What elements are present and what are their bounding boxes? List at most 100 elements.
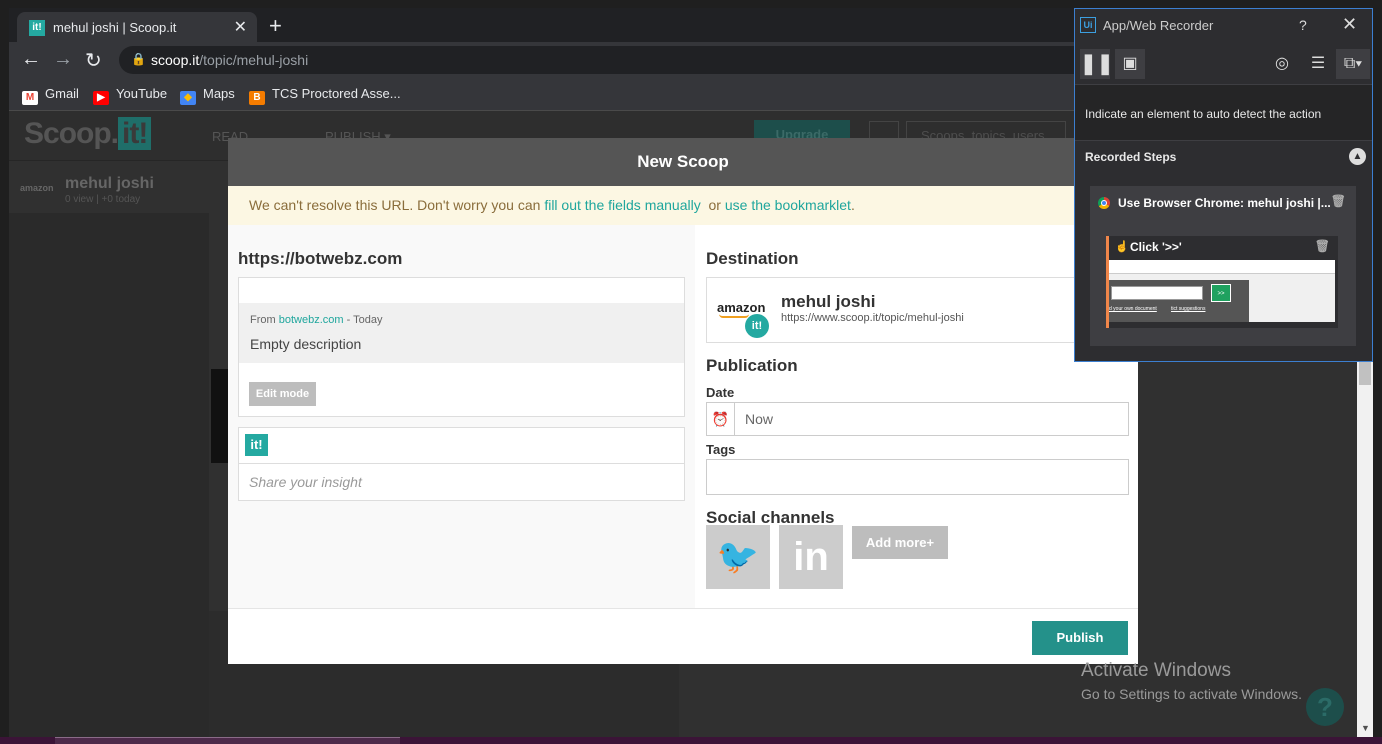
browser-tab[interactable]: it! mehul joshi | Scoop.it ✕: [17, 12, 257, 42]
scoopit-logo[interactable]: Scoop. it!: [24, 117, 152, 151]
step-screenshot-thumbnail: >> d your own document tict suggestions: [1109, 260, 1335, 322]
source-url: https://botwebz.com: [238, 249, 403, 268]
target-icon[interactable]: ◎: [1267, 49, 1297, 79]
chrome-icon: [1098, 197, 1110, 209]
destination-url: https://www.scoop.it/topic/mehul-joshi: [781, 312, 964, 324]
destination-column: Destination amazon it! mehul joshi https…: [695, 225, 1138, 608]
date-value: Now: [745, 411, 774, 427]
step-card[interactable]: Use Browser Chrome: mehul joshi |... 🗑 ☝…: [1090, 186, 1356, 346]
source-description: Empty description: [250, 336, 362, 352]
recorder-titlebar: Ui App/Web Recorder ? ✕: [1075, 9, 1372, 43]
substep-header: ☝ Click '>>' 🗑: [1109, 236, 1338, 258]
watermark-line2: Go to Settings to activate Windows.: [1081, 686, 1302, 702]
thumb-bar: [1109, 260, 1335, 274]
tab-close-icon[interactable]: ✕: [234, 17, 247, 37]
left-panel: [9, 213, 209, 737]
amazon-smile-icon: [719, 314, 749, 318]
twitter-icon[interactable]: 🐦: [706, 525, 770, 589]
substep-card[interactable]: ☝ Click '>>' 🗑 >> d your own document ti…: [1106, 236, 1338, 328]
back-arrow-icon[interactable]: ←: [21, 48, 41, 71]
thumb-link1: d your own document: [1109, 306, 1157, 312]
recorded-steps-title: Recorded Steps: [1085, 150, 1177, 164]
help-bubble-icon[interactable]: ?: [1306, 688, 1344, 726]
scoopit-badge-icon: it!: [245, 434, 268, 456]
topic-stats: 0 view | +0 today: [65, 194, 141, 205]
bookmarklet-link[interactable]: use the bookmarklet: [725, 197, 851, 213]
help-button[interactable]: ?: [1299, 17, 1307, 33]
pause-icon[interactable]: ❚❚: [1080, 49, 1114, 79]
web-recorder-panel: Ui App/Web Recorder ? ✕ ❚❚ ▣ ◎ ☰ ⧉▾ Indi…: [1074, 8, 1373, 362]
destination-heading: Destination: [706, 249, 799, 268]
steps-list-icon[interactable]: ☰: [1303, 49, 1333, 79]
source-preview: From botwebz.com - Today Empty descripti…: [238, 277, 685, 417]
forward-arrow-icon[interactable]: →: [53, 48, 73, 71]
scoopit-round-icon: it!: [745, 314, 769, 338]
bookmark-maps[interactable]: ◆ Maps: [180, 86, 235, 105]
source-domain-link[interactable]: botwebz.com: [279, 314, 344, 326]
recorder-toolbar: ❚❚ ▣ ◎ ☰ ⧉▾: [1075, 43, 1372, 85]
thumb-input: [1111, 286, 1203, 300]
tags-label: Tags: [706, 442, 736, 457]
watermark-line1: Activate Windows: [1081, 660, 1231, 681]
source-from: From botwebz.com - Today: [250, 314, 383, 326]
recorder-title: App/Web Recorder: [1103, 18, 1214, 33]
new-tab-button[interactable]: +: [269, 13, 282, 39]
insight-input[interactable]: Share your insight: [249, 474, 362, 490]
modal-footer: Publish: [228, 608, 1138, 664]
gmail-icon: M: [22, 91, 38, 105]
recorded-steps-header: Recorded Steps ▲: [1075, 142, 1372, 172]
substep-label: Click '>>': [1130, 240, 1182, 254]
topic-logo: amazon: [20, 183, 54, 193]
click-hand-icon: ☝: [1115, 241, 1129, 253]
scroll-down-icon[interactable]: ▼: [1361, 723, 1370, 733]
bookmark-tcs[interactable]: B TCS Proctored Asse...: [249, 86, 401, 105]
source-column: https://botwebz.com From botwebz.com - T…: [228, 225, 695, 608]
thumb-link2: tict suggestions: [1171, 306, 1206, 312]
activate-windows-watermark: Activate Windows Go to Settings to activ…: [1081, 660, 1302, 702]
scrollbar-thumb[interactable]: [1359, 361, 1371, 385]
close-button[interactable]: ✕: [1342, 14, 1357, 35]
collapse-icon[interactable]: ▲: [1349, 148, 1366, 165]
tags-input[interactable]: [706, 459, 1129, 495]
step-label: Use Browser Chrome: mehul joshi |...: [1118, 196, 1331, 210]
step-header: Use Browser Chrome: mehul joshi |... 🗑: [1090, 186, 1356, 220]
bookmark-youtube[interactable]: ▶ YouTube: [93, 86, 167, 105]
publication-heading: Publication: [706, 356, 798, 375]
recorder-hint: Indicate an element to auto detect the a…: [1075, 85, 1372, 141]
add-more-button[interactable]: Add more+: [852, 526, 948, 559]
tab-title: mehul joshi | Scoop.it: [53, 20, 177, 35]
publish-button[interactable]: Publish: [1032, 621, 1128, 655]
linkedin-icon[interactable]: in: [779, 525, 843, 589]
new-scoop-modal: New Scoop We can't resolve this URL. Don…: [228, 138, 1138, 664]
detect-mode-icon[interactable]: ⧉▾: [1336, 49, 1370, 79]
edit-mode-button[interactable]: Edit mode: [249, 382, 316, 406]
url-text: scoop.it/topic/mehul-joshi: [151, 52, 309, 68]
delete-step-icon[interactable]: 🗑: [1331, 194, 1346, 208]
reload-icon[interactable]: ↻: [85, 48, 102, 73]
date-label: Date: [706, 385, 735, 400]
fill-fields-link[interactable]: fill out the fields manually: [544, 197, 700, 213]
url-warning: We can't resolve this URL. Don't worry y…: [228, 186, 1138, 225]
delete-substep-icon[interactable]: 🗑: [1315, 239, 1330, 253]
address-bar[interactable]: 🔒 scoop.it/topic/mehul-joshi: [119, 46, 1159, 74]
destination-selector[interactable]: amazon it! mehul joshi https://www.scoop…: [706, 277, 1130, 343]
scoopit-favicon-icon: it!: [29, 20, 45, 36]
destination-name: mehul joshi: [781, 292, 876, 311]
save-icon[interactable]: ▣: [1115, 49, 1145, 79]
alarm-clock-icon: ⏰: [707, 403, 735, 435]
taskbar: [0, 737, 1382, 744]
modal-title: New Scoop: [228, 138, 1138, 186]
insight-box: it! Share your insight: [238, 427, 685, 501]
divider: [239, 463, 684, 464]
date-field[interactable]: ⏰ Now: [706, 402, 1129, 436]
maps-icon: ◆: [180, 91, 196, 105]
preview-image-area: [239, 303, 684, 363]
youtube-icon: ▶: [93, 91, 109, 105]
blogger-icon: B: [249, 91, 265, 105]
uipath-logo-icon: Ui: [1080, 17, 1096, 33]
taskbar-item[interactable]: [55, 737, 400, 744]
topic-name: mehul joshi: [65, 175, 154, 192]
bookmark-gmail[interactable]: M Gmail: [22, 86, 79, 105]
amazon-logo: amazon: [717, 300, 766, 315]
thumb-go-button: >>: [1211, 284, 1231, 302]
